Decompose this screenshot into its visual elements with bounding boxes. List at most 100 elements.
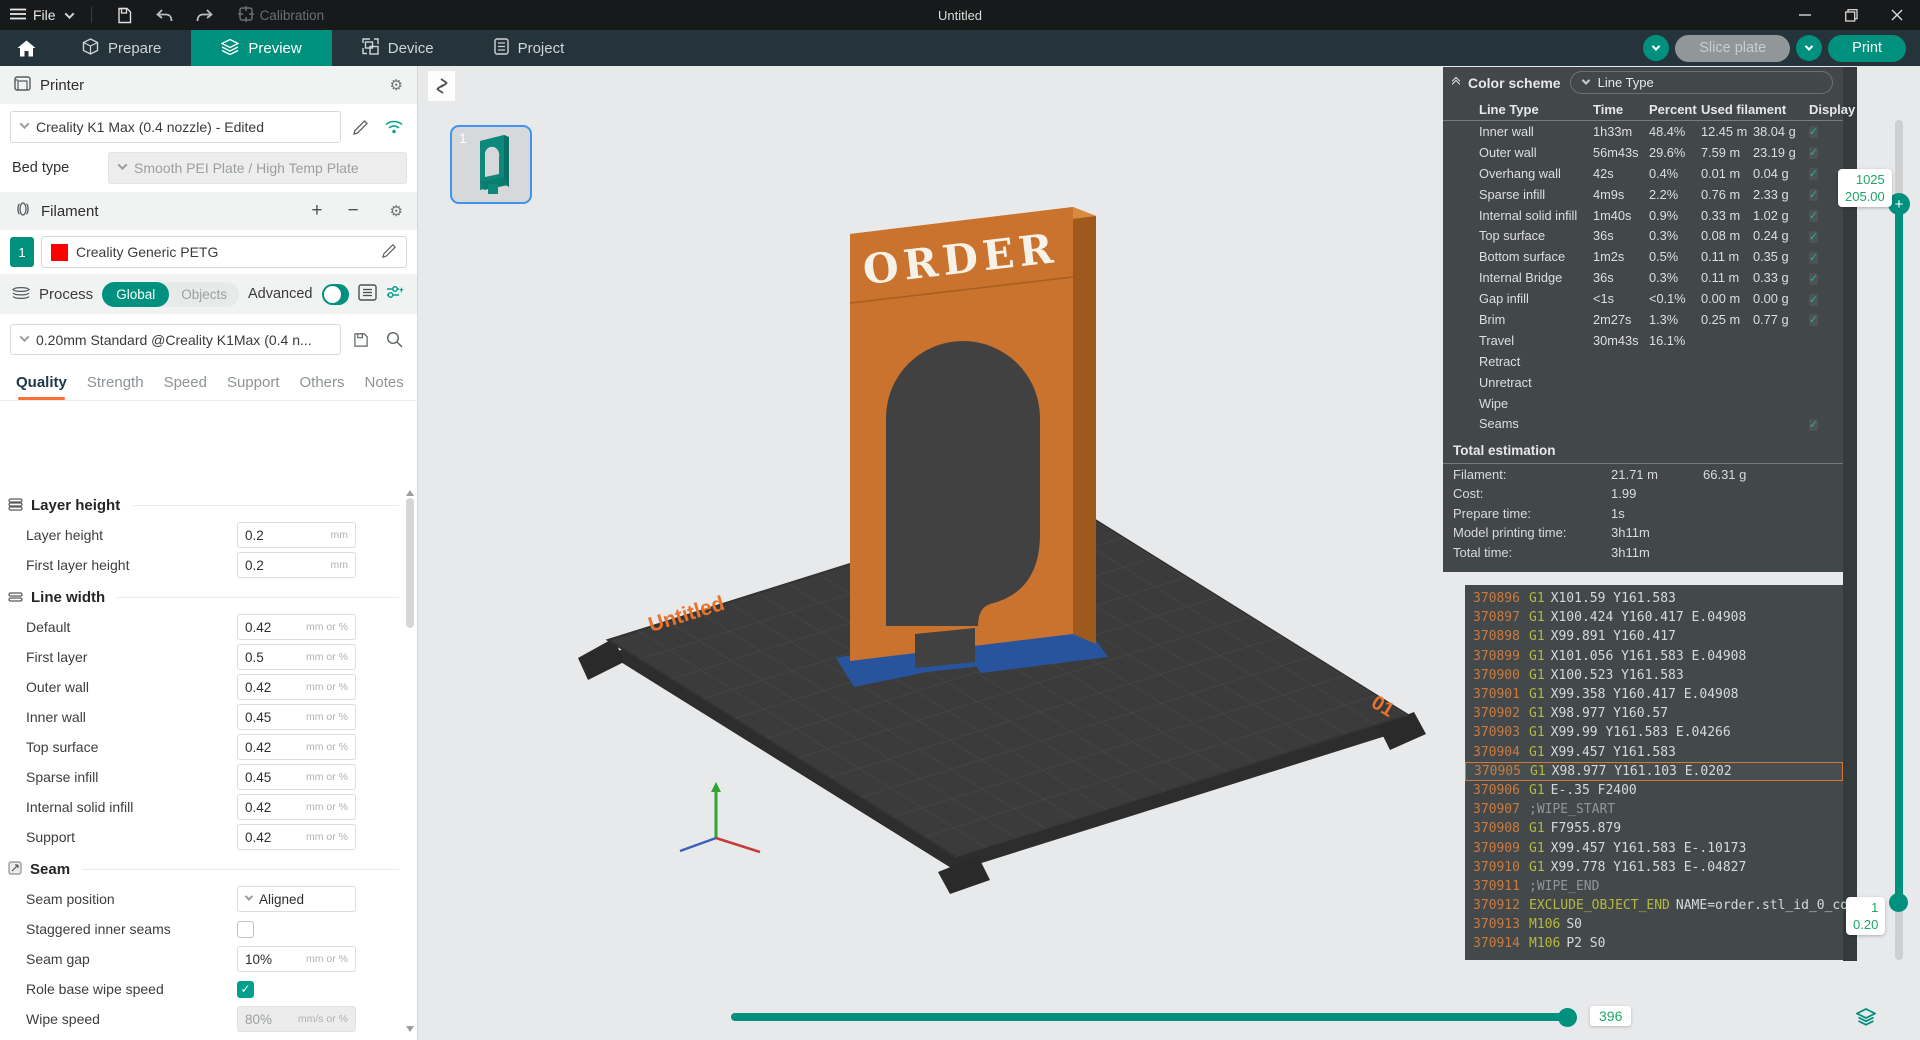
process-tab-support[interactable]: Support: [217, 368, 290, 400]
param-input[interactable]: 0.45mm or %: [237, 764, 356, 790]
param-checkbox[interactable]: ✓: [237, 981, 254, 998]
toggle-objects[interactable]: Objects: [169, 287, 239, 302]
filament-select[interactable]: Creality Generic PETG: [41, 236, 407, 268]
move-slider-track[interactable]: [731, 1013, 1571, 1021]
param-input[interactable]: 0.2mm: [237, 522, 356, 548]
display-checkbox[interactable]: ✓: [1809, 168, 1818, 180]
redo-button[interactable]: [190, 3, 220, 27]
scroll-up-arrow[interactable]: [406, 490, 414, 496]
gcode-line[interactable]: 370904G1X99.457 Y161.583: [1465, 743, 1843, 762]
param-input[interactable]: 0.42mm or %: [237, 734, 356, 760]
process-tab-notes[interactable]: Notes: [355, 368, 414, 400]
gcode-line[interactable]: 370897G1X100.424 Y160.417 E.04908: [1465, 608, 1843, 627]
move-slider-handle[interactable]: [1558, 1008, 1577, 1027]
collapse-panel-button[interactable]: [428, 71, 455, 101]
gcode-line[interactable]: 370911;WIPE_END: [1465, 877, 1843, 896]
gcode-line[interactable]: 370914M106P2 S0: [1465, 934, 1843, 953]
display-checkbox[interactable]: ✓: [1809, 231, 1818, 243]
minimize-button[interactable]: [1782, 0, 1828, 30]
edit-filament-icon[interactable]: [382, 243, 397, 261]
param-checkbox[interactable]: [237, 921, 254, 938]
display-checkbox[interactable]: ✓: [1809, 273, 1818, 285]
scroll-down-arrow[interactable]: [406, 1026, 414, 1032]
maximize-button[interactable]: [1828, 0, 1874, 30]
print-options-dropdown[interactable]: [1796, 35, 1822, 61]
gcode-line[interactable]: 370899G1X101.056 Y161.583 E.04908: [1465, 647, 1843, 666]
gcode-line[interactable]: 370913M106S0: [1465, 915, 1843, 934]
gcode-line[interactable]: 370896G1X101.59 Y161.583: [1465, 589, 1843, 608]
display-checkbox[interactable]: ✓: [1809, 294, 1818, 306]
wifi-icon[interactable]: [381, 120, 407, 134]
param-input[interactable]: 0.42mm or %: [237, 824, 356, 850]
global-objects-toggle[interactable]: Global Objects: [102, 282, 239, 307]
param-input[interactable]: 0.2mm: [237, 552, 356, 578]
gcode-line[interactable]: 370906G1E-.35 F2400: [1465, 781, 1843, 800]
gcode-line[interactable]: 370903G1X99.99 Y161.583 E.04266: [1465, 723, 1843, 742]
edit-printer-icon[interactable]: [348, 119, 374, 135]
tab-project[interactable]: Project: [464, 30, 595, 66]
slice-options-dropdown[interactable]: [1643, 35, 1669, 61]
tab-prepare[interactable]: Prepare: [52, 30, 191, 66]
home-button[interactable]: [0, 30, 52, 66]
collapse-color-panel-icon[interactable]: [1453, 78, 1459, 87]
display-checkbox[interactable]: ✓: [1809, 252, 1818, 264]
gcode-line[interactable]: 370910G1X99.778 Y161.583 E-.04827: [1465, 858, 1843, 877]
param-input[interactable]: 0.45mm or %: [237, 704, 356, 730]
save-preset-icon[interactable]: [348, 332, 374, 348]
param-input[interactable]: 0.5mm or %: [237, 644, 356, 670]
gcode-panel[interactable]: 370896G1X101.59 Y161.583370897G1X100.424…: [1465, 585, 1843, 960]
param-input[interactable]: 0.42mm or %: [237, 614, 356, 640]
layers-view-icon[interactable]: [1856, 1008, 1876, 1031]
tab-preview[interactable]: Preview: [191, 30, 331, 66]
advanced-toggle[interactable]: [322, 284, 350, 305]
gcode-line[interactable]: 370898G1X99.891 Y160.417: [1465, 627, 1843, 646]
process-preset-select[interactable]: 0.20mm Standard @Creality K1Max (0.4 n..…: [10, 324, 341, 355]
display-checkbox[interactable]: ✓: [1809, 210, 1818, 222]
scrollbar-thumb[interactable]: [406, 498, 414, 628]
filament-settings-gear-icon[interactable]: ⚙: [390, 202, 403, 220]
gcode-line[interactable]: 370900G1X100.523 Y161.583: [1465, 666, 1843, 685]
layer-slider-bottom-handle[interactable]: [1889, 893, 1908, 912]
param-input[interactable]: 10%mm or %: [237, 946, 356, 972]
tune-parameters-icon[interactable]: [386, 284, 405, 304]
printer-select[interactable]: Creality K1 Max (0.4 nozzle) - Edited: [10, 111, 341, 143]
gcode-line[interactable]: 370901G1X99.358 Y160.417 E.04908: [1465, 685, 1843, 704]
print-button[interactable]: Print: [1828, 35, 1906, 62]
tab-device[interactable]: Device: [332, 30, 464, 66]
remove-filament-button[interactable]: −: [347, 200, 358, 222]
gcode-line[interactable]: 370912EXCLUDE_OBJECT_ENDNAME=order.stl_i…: [1465, 896, 1843, 915]
file-menu-chevron-icon[interactable]: [64, 9, 74, 19]
display-checkbox[interactable]: ✓: [1809, 189, 1818, 201]
color-scheme-select[interactable]: Line Type: [1570, 71, 1833, 94]
file-menu-button[interactable]: File: [10, 7, 56, 23]
process-tab-others[interactable]: Others: [290, 368, 355, 400]
printer-settings-gear-icon[interactable]: ⚙: [390, 76, 403, 94]
settings-scrollbar[interactable]: [404, 488, 416, 1036]
preview-3d-viewport[interactable]: Untitled 01 ORDER 1: [418, 66, 1920, 1040]
toggle-global[interactable]: Global: [102, 282, 169, 307]
plate-thumbnail[interactable]: 1: [450, 125, 532, 204]
process-tab-strength[interactable]: Strength: [77, 368, 154, 400]
parameter-list-icon[interactable]: [358, 284, 377, 304]
param-select[interactable]: Aligned: [237, 886, 356, 912]
search-parameters-icon[interactable]: [381, 331, 407, 348]
param-input[interactable]: 0.42mm or %: [237, 674, 356, 700]
process-tab-speed[interactable]: Speed: [154, 368, 217, 400]
param-input[interactable]: 80%mm/s or %: [237, 1006, 356, 1032]
process-tab-quality[interactable]: Quality: [6, 368, 77, 400]
close-button[interactable]: [1874, 0, 1920, 30]
save-button[interactable]: [110, 3, 140, 27]
bed-type-select[interactable]: Smooth PEI Plate / High Temp Plate: [108, 152, 407, 184]
gcode-line[interactable]: 370908G1F7955.879: [1465, 819, 1843, 838]
display-checkbox[interactable]: ✓: [1809, 126, 1818, 138]
display-checkbox[interactable]: ✓: [1809, 147, 1818, 159]
slice-plate-button[interactable]: Slice plate: [1675, 35, 1790, 62]
undo-button[interactable]: [150, 3, 180, 27]
param-input[interactable]: 0.42mm or %: [237, 794, 356, 820]
calibration-button[interactable]: Calibration: [238, 6, 325, 25]
display-checkbox[interactable]: ✓: [1809, 314, 1818, 326]
gcode-line[interactable]: 370902G1X98.977 Y160.57: [1465, 704, 1843, 723]
gcode-line[interactable]: 370907;WIPE_START: [1465, 800, 1843, 819]
gcode-line[interactable]: 370905G1X98.977 Y161.103 E.0202: [1465, 762, 1843, 781]
add-filament-button[interactable]: +: [311, 200, 322, 222]
